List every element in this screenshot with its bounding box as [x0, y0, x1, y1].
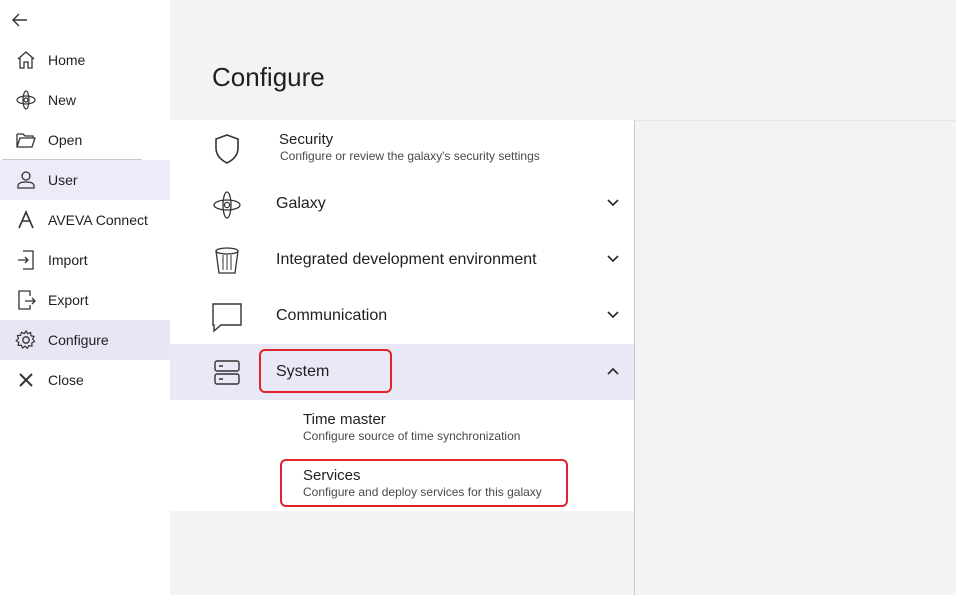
nav-item-configure[interactable]: Configure: [0, 320, 170, 360]
item-title: Time master: [303, 411, 386, 428]
gear-icon: [15, 329, 37, 351]
bucket-icon: [210, 244, 244, 278]
system-highlight-box: [259, 349, 392, 393]
nav-item-home[interactable]: Home: [0, 40, 170, 80]
arrow-left-icon[interactable]: [9, 9, 31, 31]
system-item-time-master[interactable]: Time master Configure source of time syn…: [170, 400, 634, 456]
category-description: Configure or review the galaxy's securit…: [280, 149, 540, 163]
server-icon: [210, 356, 244, 390]
close-icon: [15, 369, 37, 391]
chevron-down-icon[interactable]: [606, 198, 620, 208]
services-highlight-box: [280, 459, 568, 507]
category-galaxy[interactable]: Galaxy: [170, 176, 634, 232]
galaxy-icon: [210, 188, 244, 222]
nav-item-export[interactable]: Export: [0, 280, 170, 320]
nav-item-label: Close: [48, 372, 84, 388]
export-icon: [15, 289, 37, 311]
nav-item-label: Configure: [48, 332, 109, 348]
nav-item-aveva-connect[interactable]: AVEVA Connect: [0, 200, 170, 240]
chevron-down-icon[interactable]: [606, 254, 620, 264]
nav-item-label: Home: [48, 52, 86, 68]
nav-item-label: AVEVA Connect: [48, 212, 148, 228]
category-label: Integrated development environment: [276, 251, 537, 268]
page-title: Configure: [212, 62, 325, 92]
chevron-up-icon[interactable]: [606, 366, 620, 376]
nav-item-label: Open: [48, 132, 83, 148]
galaxy-new-icon: [15, 89, 37, 111]
nav-item-open[interactable]: Open: [0, 120, 170, 160]
nav-item-label: Export: [48, 292, 89, 308]
shield-icon: [210, 132, 244, 166]
nav-item-new[interactable]: New: [0, 80, 170, 120]
category-system[interactable]: System: [170, 344, 634, 400]
user-icon: [15, 169, 37, 191]
nav-item-label: User: [48, 172, 78, 188]
category-label: Galaxy: [276, 195, 326, 212]
folder-open-icon: [15, 129, 37, 151]
import-icon: [15, 249, 37, 271]
detail-pane-border: [635, 120, 956, 121]
nav-item-label: New: [48, 92, 77, 108]
nav-item-close[interactable]: Close: [0, 360, 170, 400]
nav-item-user[interactable]: User: [0, 160, 170, 200]
category-communication[interactable]: Communication: [170, 288, 634, 344]
item-description: Configure source of time synchronization: [303, 429, 521, 443]
category-label: Security: [279, 131, 334, 148]
chevron-down-icon[interactable]: [606, 310, 620, 320]
category-label: Communication: [276, 307, 388, 324]
chat-icon: [210, 300, 244, 334]
home-icon: [15, 49, 37, 71]
navigation-pane: Home New Open User AVEVA Connect Import: [0, 0, 170, 595]
category-ide[interactable]: Integrated development environment: [170, 232, 634, 288]
nav-item-label: Import: [48, 252, 88, 268]
aveva-connect-icon: [15, 209, 37, 231]
configure-categories-panel: Security Configure or review the galaxy'…: [170, 120, 634, 511]
category-security[interactable]: Security Configure or review the galaxy'…: [170, 120, 634, 176]
nav-item-import[interactable]: Import: [0, 240, 170, 280]
panel-divider: [634, 120, 635, 595]
